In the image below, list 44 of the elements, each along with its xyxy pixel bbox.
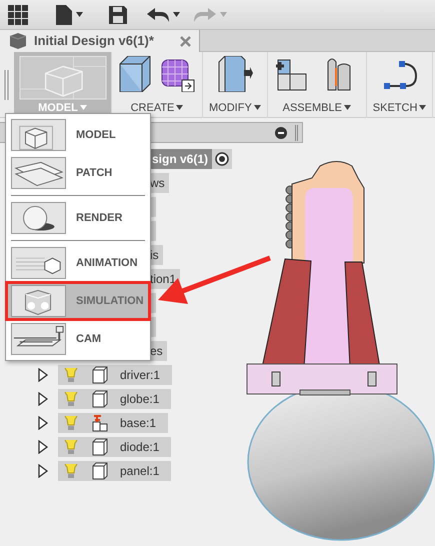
ribbon-tab[interactable]: SKETCH (366, 52, 434, 118)
ribbon-tab[interactable]: ASSEMBLE (268, 52, 367, 118)
menu-item[interactable]: CAM (6, 320, 150, 358)
tree-item-label[interactable]: diode:1 (120, 438, 160, 456)
ribbon-tab[interactable]: MODIFY (203, 52, 268, 118)
caret-icon (76, 12, 83, 17)
caret-icon (220, 12, 227, 17)
cube-icon (8, 33, 26, 49)
menu-item[interactable]: PATCH (6, 154, 150, 192)
caret-icon (173, 12, 180, 17)
component-icon (92, 438, 108, 456)
save-icon[interactable] (109, 6, 127, 24)
tree-root-label[interactable]: sign v6(1) (150, 149, 212, 169)
tree-item-label[interactable]: base:1 (120, 414, 156, 432)
expand-arrow-icon[interactable] (38, 368, 48, 382)
caret-icon (176, 105, 184, 110)
component-icon (92, 462, 108, 480)
caret-icon (419, 105, 426, 110)
menu-item[interactable]: ANIMATION (6, 244, 150, 282)
caret-icon (80, 105, 87, 110)
grip-icon[interactable] (295, 124, 298, 140)
apps-grid-icon[interactable] (8, 4, 28, 24)
expand-arrow-icon[interactable] (38, 416, 48, 430)
expand-arrow-icon[interactable] (38, 440, 48, 454)
expand-arrow-icon[interactable] (38, 464, 48, 478)
component-icon (92, 366, 108, 384)
expand-arrow-icon[interactable] (38, 392, 48, 406)
file-icon[interactable] (56, 4, 72, 24)
create-tools-icon (118, 56, 196, 92)
caret-icon (344, 105, 351, 110)
press-pull-icon (216, 56, 253, 92)
tree-item-label[interactable]: panel:1 (120, 462, 160, 480)
tree-item-label[interactable]: globe:1 (120, 390, 160, 408)
component-icon (92, 390, 108, 408)
menu-item[interactable]: RENDER (6, 199, 150, 237)
document-tab[interactable]: Initial Design v6(1)* (0, 30, 200, 52)
collapse-icon[interactable] (275, 126, 287, 138)
close-icon[interactable] (180, 36, 191, 48)
caret-icon (254, 105, 261, 110)
undo-icon[interactable] (147, 8, 169, 22)
activate-radio-icon[interactable] (215, 152, 230, 166)
menu-item[interactable]: MODEL (6, 116, 150, 154)
grip-icon[interactable] (4, 70, 10, 100)
tree-item-label[interactable]: driver:1 (120, 366, 160, 384)
